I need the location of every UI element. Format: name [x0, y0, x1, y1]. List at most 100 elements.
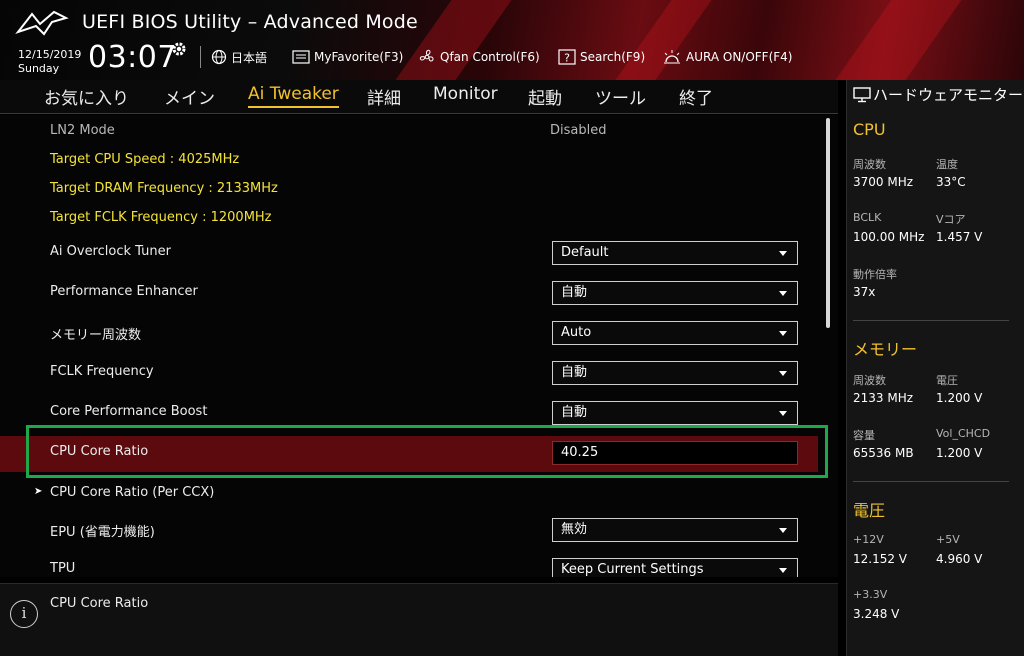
monitor-icon: [853, 87, 871, 103]
help-bar: i CPU Core Ratio: [0, 583, 838, 656]
cpu-vcore-label: Vコア: [936, 213, 966, 226]
hardware-monitor-title: ハードウェアモニター: [853, 86, 1023, 105]
search-icon: ?: [558, 49, 576, 65]
settings-scrollbar[interactable]: [826, 118, 830, 328]
info-text: Target DRAM Frequency : 2133MHz: [50, 181, 278, 196]
memory-voltage-label: 電圧: [936, 374, 958, 387]
svg-text:?: ?: [564, 52, 570, 65]
dropdown-caret-icon: [779, 528, 787, 533]
tab-monitor[interactable]: Monitor: [433, 84, 498, 106]
qfan-label: Qfan Control(F6): [440, 50, 540, 64]
cpu-frequency-value: 3700 MHz: [853, 175, 914, 189]
select-value: Default: [561, 245, 609, 260]
aura-label: AURA ON/OFF(F4): [686, 50, 793, 64]
gear-icon[interactable]: [170, 40, 188, 58]
hw-section-cpu: CPU: [853, 120, 886, 139]
memory-capacity-value: 65536 MB: [853, 446, 914, 460]
dropdown-caret-icon: [779, 291, 787, 296]
voltage-12v-label: +12V: [853, 533, 884, 546]
select-value: Keep Current Settings: [561, 562, 704, 577]
setting-label: EPU (省電力機能): [50, 525, 155, 540]
setting-label: Performance Enhancer: [50, 284, 198, 299]
language-button[interactable]: 日本語: [211, 47, 267, 67]
core-performance-boost-select[interactable]: 自動: [552, 401, 798, 425]
tab-boot[interactable]: 起動: [528, 84, 562, 111]
voltage-5v-label: +5V: [936, 533, 960, 546]
cpu-vcore-value: 1.457 V: [936, 230, 983, 244]
memory-capacity-label: 容量: [853, 429, 875, 442]
epu-select[interactable]: 無効: [552, 518, 798, 542]
memory-frequency-select[interactable]: Auto: [552, 321, 798, 345]
language-label: 日本語: [231, 50, 268, 65]
tpu-select[interactable]: Keep Current Settings: [552, 558, 798, 577]
hw-section-memory: メモリー: [853, 340, 918, 359]
tab-main[interactable]: メイン: [164, 84, 215, 111]
voltage-12v-value: 12.152 V: [853, 552, 908, 566]
header-decor: [821, 0, 969, 80]
memory-vol-chcd-value: 1.200 V: [936, 446, 983, 460]
tab-tool[interactable]: ツール: [595, 84, 646, 111]
settings-list[interactable]: LN2 Mode Disabled Target CPU Speed : 402…: [0, 115, 838, 577]
header-decor: [601, 0, 719, 80]
setting-label: メモリー周波数: [50, 328, 142, 343]
memory-vol-chcd-label: Vol_CHCD: [936, 427, 991, 440]
myfavorite-label: MyFavorite(F3): [314, 50, 404, 64]
dropdown-caret-icon: [779, 251, 787, 256]
voltage-3v3-label: +3.3V: [853, 588, 888, 601]
weekday-text: Sunday: [18, 62, 60, 75]
cpu-bclk-label: BCLK: [853, 211, 882, 224]
tab-ai-tweaker[interactable]: Ai Tweaker: [248, 84, 339, 108]
dropdown-caret-icon: [779, 371, 787, 376]
memory-frequency-label: 周波数: [853, 374, 886, 387]
setting-value: Disabled: [550, 123, 607, 138]
hw-divider: [853, 320, 1009, 321]
date-text: 12/15/2019: [18, 48, 82, 61]
memory-frequency-value: 2133 MHz: [853, 391, 914, 405]
dropdown-caret-icon: [779, 331, 787, 336]
myfavorite-button[interactable]: MyFavorite(F3): [292, 47, 403, 67]
fclk-frequency-select[interactable]: 自動: [552, 361, 798, 385]
app-title: UEFI BIOS Utility – Advanced Mode: [82, 11, 418, 33]
ai-overclock-tuner-select[interactable]: Default: [552, 241, 798, 265]
header-bar: UEFI BIOS Utility – Advanced Mode 12/15/…: [0, 0, 1024, 80]
search-button[interactable]: ? Search(F9): [558, 47, 645, 67]
fan-icon: [419, 49, 434, 62]
memory-voltage-value: 1.200 V: [936, 391, 983, 405]
cpu-ratio-label: 動作倍率: [853, 268, 897, 281]
select-value: 無効: [561, 522, 588, 537]
dropdown-caret-icon: [779, 411, 787, 416]
setting-label: Core Performance Boost: [50, 404, 208, 419]
hardware-monitor-panel: ハードウェアモニター CPU 周波数 温度 3700 MHz 33°C BCLK…: [846, 80, 1024, 656]
voltage-3v3-value: 3.248 V: [853, 607, 900, 621]
tab-favorites[interactable]: お気に入り: [44, 84, 129, 111]
select-value: Auto: [561, 325, 592, 340]
setting-label: Ai Overclock Tuner: [50, 244, 171, 259]
qfan-control-button[interactable]: Qfan Control(F6): [418, 47, 540, 67]
voltage-5v-value: 4.960 V: [936, 552, 983, 566]
select-value: 自動: [561, 365, 588, 380]
select-value: 自動: [561, 285, 588, 300]
info-icon: i: [10, 600, 38, 628]
help-text: CPU Core Ratio: [50, 596, 149, 611]
hardware-monitor-title-text: ハードウェアモニター: [873, 86, 1024, 104]
cpu-frequency-label: 周波数: [853, 158, 886, 171]
tab-advanced[interactable]: 詳細: [367, 84, 401, 111]
chevron-right-icon: ➤: [34, 486, 43, 497]
dropdown-caret-icon: [779, 568, 787, 573]
select-value: 自動: [561, 405, 588, 420]
performance-enhancer-select[interactable]: 自動: [552, 281, 798, 305]
setting-label: TPU: [50, 561, 76, 576]
clock-time[interactable]: 03:07: [88, 40, 177, 75]
aura-toggle-button[interactable]: AURA ON/OFF(F4): [662, 47, 792, 67]
hw-section-voltage: 電圧: [853, 501, 886, 520]
hw-divider: [853, 481, 1009, 482]
aura-icon: [664, 50, 680, 64]
setting-label: CPU Core Ratio (Per CCX): [50, 485, 215, 500]
cpu-ratio-value: 37x: [853, 285, 876, 299]
myfavorite-icon: [292, 50, 310, 64]
selection-highlight-frame: [26, 425, 828, 478]
rog-logo-icon: [15, 10, 69, 36]
setting-label: FCLK Frequency: [50, 364, 154, 379]
cpu-temperature-value: 33°C: [936, 175, 966, 189]
tab-exit[interactable]: 終了: [679, 84, 713, 111]
